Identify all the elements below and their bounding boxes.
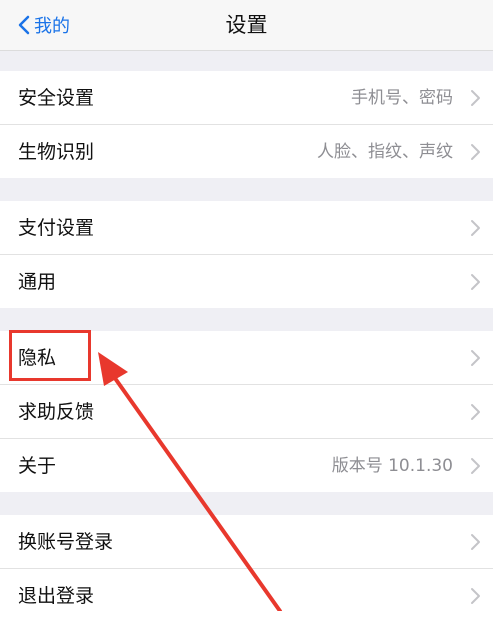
- chevron-right-icon: [471, 143, 480, 160]
- settings-group-security: 安全设置 手机号、密码 生物识别 人脸、指纹、声纹: [0, 71, 493, 178]
- chevron-right-icon: [471, 89, 480, 106]
- row-value: 手机号、密码: [351, 87, 453, 108]
- row-label: 退出登录: [18, 584, 95, 607]
- chevron-right-icon: [471, 457, 480, 474]
- settings-group-account: 换账号登录 退出登录: [0, 515, 493, 622]
- row-value: 版本号 10.1.30: [331, 455, 453, 476]
- settings-row-payment[interactable]: 支付设置: [0, 201, 493, 255]
- chevron-right-icon: [471, 273, 480, 290]
- row-label: 生物识别: [18, 140, 95, 163]
- row-value: 人脸、指纹、声纹: [317, 141, 453, 162]
- navigation-bar: 我的 设置: [0, 0, 493, 51]
- settings-row-switch-account[interactable]: 换账号登录: [0, 515, 493, 569]
- row-label: 支付设置: [18, 216, 95, 239]
- chevron-right-icon: [471, 587, 480, 604]
- settings-row-logout[interactable]: 退出登录: [0, 569, 493, 622]
- settings-row-biometric[interactable]: 生物识别 人脸、指纹、声纹: [0, 125, 493, 178]
- row-label: 换账号登录: [18, 530, 114, 553]
- page-title: 设置: [225, 13, 268, 37]
- row-label: 安全设置: [18, 86, 95, 109]
- chevron-right-icon: [471, 403, 480, 420]
- settings-row-about[interactable]: 关于 版本号 10.1.30: [0, 439, 493, 492]
- row-label: 通用: [18, 270, 57, 293]
- settings-group-payment: 支付设置 通用: [0, 201, 493, 308]
- chevron-right-icon: [471, 219, 480, 236]
- settings-row-security[interactable]: 安全设置 手机号、密码: [0, 71, 493, 125]
- row-label: 求助反馈: [18, 400, 95, 423]
- chevron-right-icon: [471, 533, 480, 550]
- highlight-box: [9, 330, 91, 381]
- row-label: 关于: [18, 454, 57, 477]
- settings-row-feedback[interactable]: 求助反馈: [0, 385, 493, 439]
- settings-row-general[interactable]: 通用: [0, 255, 493, 308]
- chevron-right-icon: [471, 349, 480, 366]
